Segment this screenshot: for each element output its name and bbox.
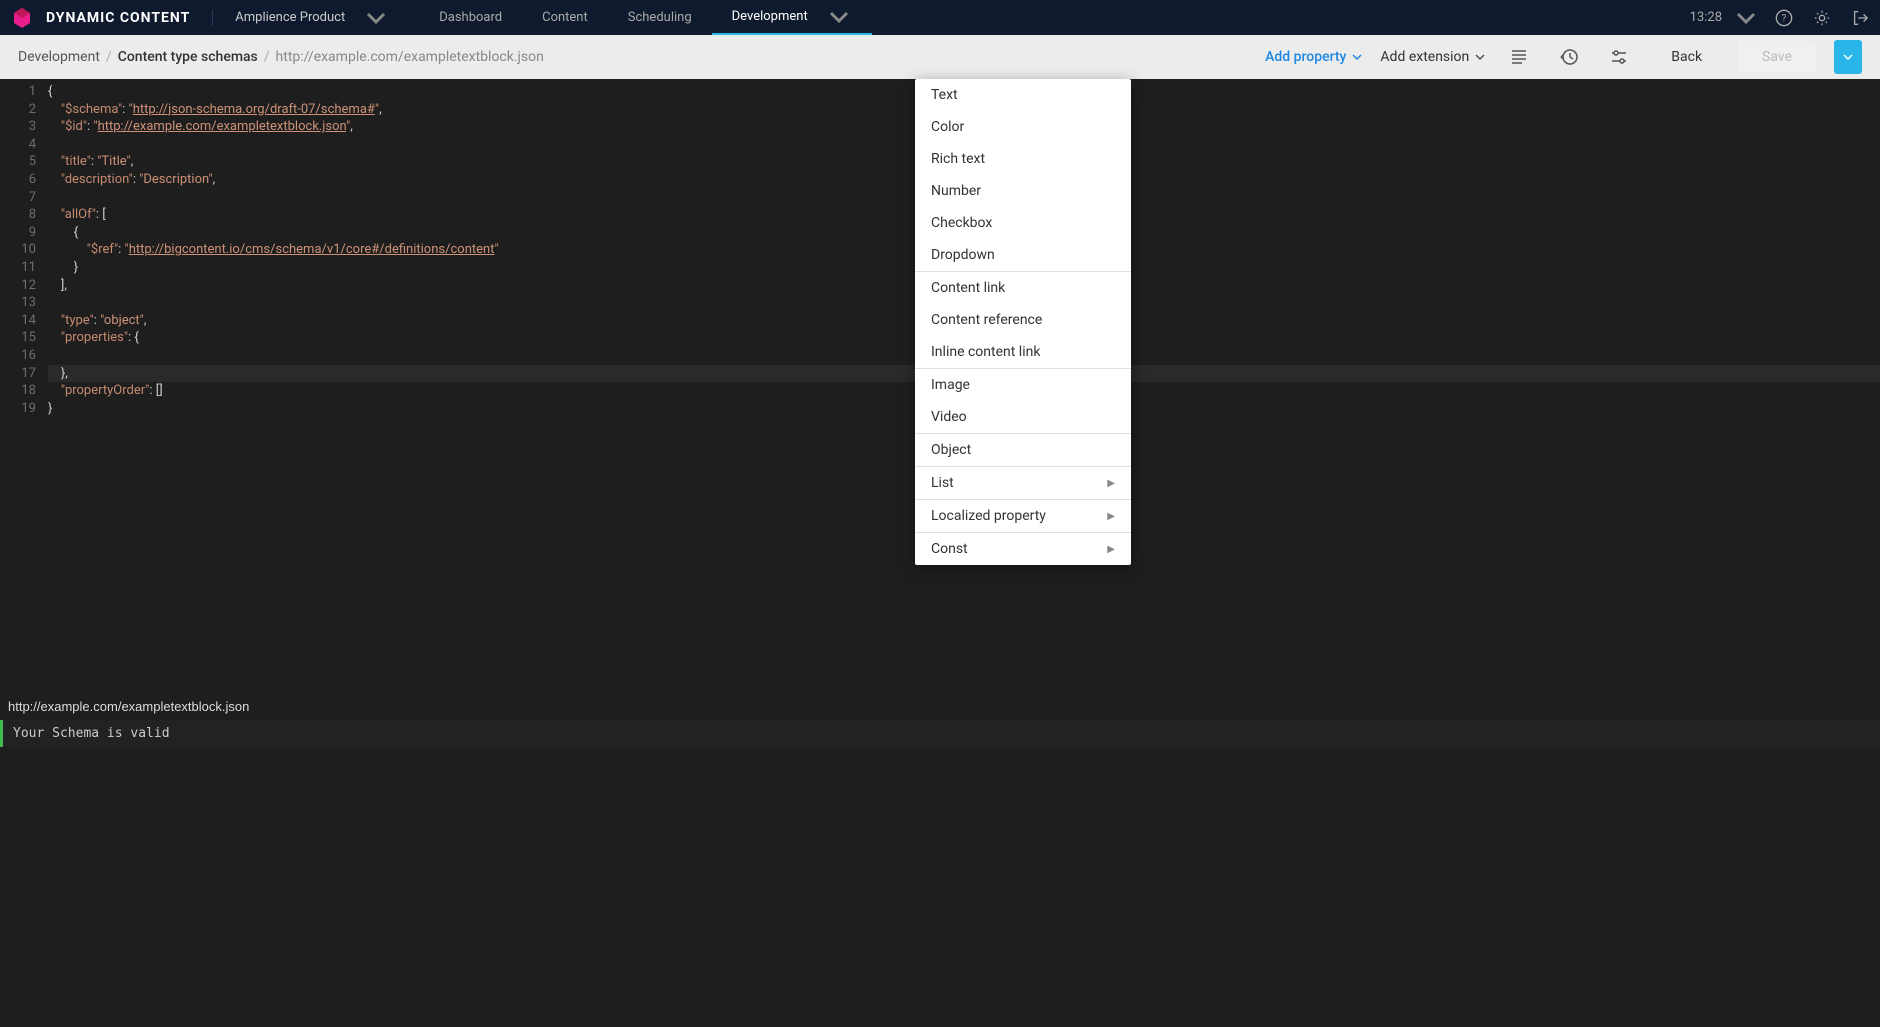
- dd-item-inlinecontent[interactable]: Inline content link: [915, 336, 1131, 368]
- chevron-down-icon: [363, 12, 389, 24]
- chevron-down-icon: [1352, 54, 1362, 60]
- nav-development[interactable]: Development: [712, 0, 872, 35]
- svg-text:?: ?: [1782, 13, 1787, 24]
- chevron-down-icon: [1736, 12, 1756, 24]
- dd-item-richtext[interactable]: Rich text: [915, 143, 1131, 175]
- chevron-down-icon: [1843, 54, 1853, 60]
- chevron-right-icon: ▶: [1107, 511, 1115, 522]
- dd-item-list[interactable]: List ▶: [915, 467, 1131, 499]
- add-property-button[interactable]: Add property: [1265, 49, 1362, 65]
- secondbar: Development / Content type schemas / htt…: [0, 35, 1880, 79]
- breadcrumb: Development / Content type schemas / htt…: [18, 49, 544, 65]
- main-nav: Dashboard Content Scheduling Development: [419, 0, 871, 35]
- chevron-right-icon: ▶: [1107, 478, 1115, 489]
- dd-item-color[interactable]: Color: [915, 111, 1131, 143]
- save-dropdown-button[interactable]: [1834, 40, 1862, 74]
- save-button: Save: [1738, 41, 1816, 73]
- dd-item-checkbox[interactable]: Checkbox: [915, 207, 1131, 239]
- breadcrumb-sep: /: [264, 49, 270, 65]
- schema-url-bar: http://example.com/exampletextblock.json: [0, 693, 1880, 720]
- editor-footer: http://example.com/exampletextblock.json…: [0, 693, 1880, 1027]
- help-icon[interactable]: ?: [1774, 8, 1794, 28]
- dd-item-video[interactable]: Video: [915, 401, 1131, 433]
- dd-item-image[interactable]: Image: [915, 369, 1131, 401]
- nav-development-label: Development: [732, 0, 808, 34]
- logout-icon[interactable]: [1850, 8, 1870, 28]
- chevron-down-icon: [1475, 54, 1485, 60]
- validation-status: Your Schema is valid: [0, 720, 1880, 747]
- dd-item-number[interactable]: Number: [915, 175, 1131, 207]
- dd-item-label: Localized property: [931, 508, 1046, 524]
- breadcrumb-sep: /: [106, 49, 112, 65]
- history-icon[interactable]: [1553, 41, 1585, 73]
- output-panel: [0, 747, 1880, 1027]
- hub-name: Amplience Product: [235, 10, 345, 25]
- dd-item-localized[interactable]: Localized property ▶: [915, 500, 1131, 532]
- gear-icon[interactable]: [1812, 8, 1832, 28]
- dd-item-text[interactable]: Text: [915, 79, 1131, 111]
- add-property-dropdown: Text Color Rich text Number Checkbox Dro…: [915, 79, 1131, 565]
- dd-item-label: List: [931, 475, 954, 491]
- brand-name: DYNAMIC CONTENT: [46, 10, 213, 26]
- topbar: DYNAMIC CONTENT Amplience Product Dashbo…: [0, 0, 1880, 35]
- add-extension-label: Add extension: [1380, 49, 1469, 65]
- chevron-down-icon: [826, 11, 852, 23]
- dd-item-const[interactable]: Const ▶: [915, 533, 1131, 565]
- nav-dashboard[interactable]: Dashboard: [419, 0, 522, 35]
- breadcrumb-schemas[interactable]: Content type schemas: [118, 49, 258, 65]
- breadcrumb-current: http://example.com/exampletextblock.json: [276, 49, 544, 65]
- back-button[interactable]: Back: [1653, 49, 1720, 65]
- dd-item-dropdown[interactable]: Dropdown: [915, 239, 1131, 271]
- dd-item-contentref[interactable]: Content reference: [915, 304, 1131, 336]
- dd-item-object[interactable]: Object: [915, 434, 1131, 466]
- dd-item-label: Const: [931, 541, 968, 557]
- nav-content[interactable]: Content: [522, 0, 608, 35]
- format-icon[interactable]: [1503, 41, 1535, 73]
- time-selector[interactable]: 13:28: [1690, 10, 1756, 25]
- nav-scheduling[interactable]: Scheduling: [608, 0, 712, 35]
- dd-item-contentlink[interactable]: Content link: [915, 272, 1131, 304]
- hub-selector[interactable]: Amplience Product: [235, 10, 389, 25]
- add-extension-button[interactable]: Add extension: [1380, 49, 1485, 65]
- breadcrumb-development[interactable]: Development: [18, 49, 100, 65]
- add-property-label: Add property: [1265, 49, 1346, 65]
- topbar-right: 13:28 ?: [1690, 8, 1870, 28]
- chevron-right-icon: ▶: [1107, 544, 1115, 555]
- time-display: 13:28: [1690, 10, 1722, 25]
- secondbar-right: Add property Add extension Back Save: [1265, 40, 1862, 74]
- settings-sliders-icon[interactable]: [1603, 41, 1635, 73]
- amplience-logo: [10, 6, 34, 30]
